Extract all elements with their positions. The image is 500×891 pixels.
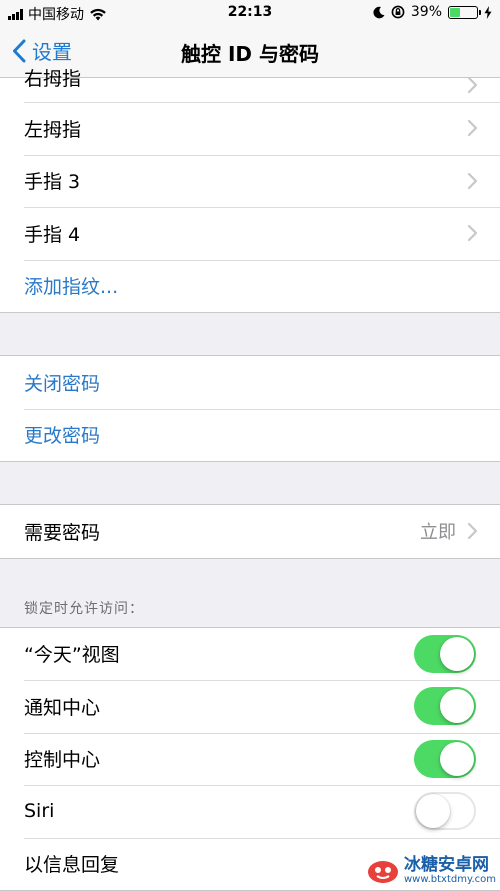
control-center-row: 控制中心 [0, 733, 500, 786]
watermark-url: www.btxtdmy.com [404, 875, 496, 886]
turn-off-passcode-label: 关闭密码 [24, 369, 100, 396]
fingerprint-row-left-thumb[interactable]: 左拇指 [0, 102, 500, 155]
section-gap [0, 462, 500, 504]
fingerprints-group: 右拇指 左拇指 手指 3 手指 4 添加指纹... [0, 78, 500, 313]
charging-icon [484, 6, 492, 19]
require-passcode-group: 需要密码 立即 [0, 504, 500, 559]
fingerprint-row-finger-3[interactable]: 手指 3 [0, 155, 500, 208]
add-fingerprint-label: 添加指纹... [24, 272, 118, 299]
change-passcode-button[interactable]: 更改密码 [0, 409, 500, 462]
today-view-row: “今天”视图 [0, 628, 500, 681]
battery-percent: 39% [411, 4, 442, 20]
rotation-lock-icon [391, 5, 405, 19]
control-center-toggle[interactable] [414, 740, 476, 778]
chevron-right-icon [467, 76, 478, 94]
chevron-right-icon [467, 172, 478, 190]
today-view-label: “今天”视图 [24, 640, 120, 667]
moon-icon [373, 6, 385, 19]
today-view-toggle[interactable] [414, 635, 476, 673]
reply-with-message-label: 以信息回复 [24, 850, 119, 877]
section-gap [0, 313, 500, 355]
battery-fill [450, 8, 460, 17]
siri-label: Siri [24, 800, 54, 822]
status-bar: 中国移动 22:13 39% [0, 0, 500, 26]
add-fingerprint-button[interactable]: 添加指纹... [0, 260, 500, 313]
control-center-label: 控制中心 [24, 745, 100, 772]
chevron-right-icon [467, 522, 478, 540]
toggle-knob [440, 689, 474, 723]
section-header: 锁定时允许访问： [0, 559, 500, 627]
fingerprint-label: 左拇指 [24, 115, 81, 142]
fingerprint-label: 手指 3 [24, 167, 80, 194]
notification-center-label: 通知中心 [24, 693, 100, 720]
passcode-group: 关闭密码 更改密码 [0, 355, 500, 462]
turn-off-passcode-button[interactable]: 关闭密码 [0, 356, 500, 409]
require-passcode-row[interactable]: 需要密码 立即 [0, 505, 500, 558]
battery-icon [448, 6, 478, 19]
settings-content: 右拇指 左拇指 手指 3 手指 4 添加指纹... 关闭密码 更改密码 [0, 78, 500, 891]
locked-access-group: “今天”视图 通知中心 控制中心 Siri 以信息回复 [0, 627, 500, 891]
require-passcode-value: 立即 [420, 518, 456, 544]
siri-toggle[interactable] [414, 792, 476, 830]
watermark-logo [367, 858, 399, 884]
chevron-right-icon [467, 119, 478, 137]
notification-center-row: 通知中心 [0, 680, 500, 733]
watermark-title: 冰糖安卓网 [404, 857, 496, 875]
status-right: 39% [373, 4, 492, 20]
locked-access-header: 锁定时允许访问： [24, 598, 144, 618]
toggle-knob [440, 742, 474, 776]
fingerprint-label: 手指 4 [24, 220, 80, 247]
toggle-knob [416, 794, 450, 828]
notification-center-toggle[interactable] [414, 687, 476, 725]
change-passcode-label: 更改密码 [24, 421, 100, 448]
siri-row: Siri [0, 785, 500, 838]
require-passcode-label: 需要密码 [24, 518, 100, 545]
chevron-right-icon [467, 224, 478, 242]
page-title: 触控 ID 与密码 [0, 38, 500, 67]
fingerprint-label: 右拇指 [24, 64, 81, 91]
fingerprint-row-right-thumb[interactable]: 右拇指 [0, 78, 500, 102]
fingerprint-row-finger-4[interactable]: 手指 4 [0, 207, 500, 260]
watermark: 冰糖安卓网 www.btxtdmy.com [367, 857, 496, 885]
watermark-text: 冰糖安卓网 www.btxtdmy.com [404, 857, 496, 885]
toggle-knob [440, 637, 474, 671]
